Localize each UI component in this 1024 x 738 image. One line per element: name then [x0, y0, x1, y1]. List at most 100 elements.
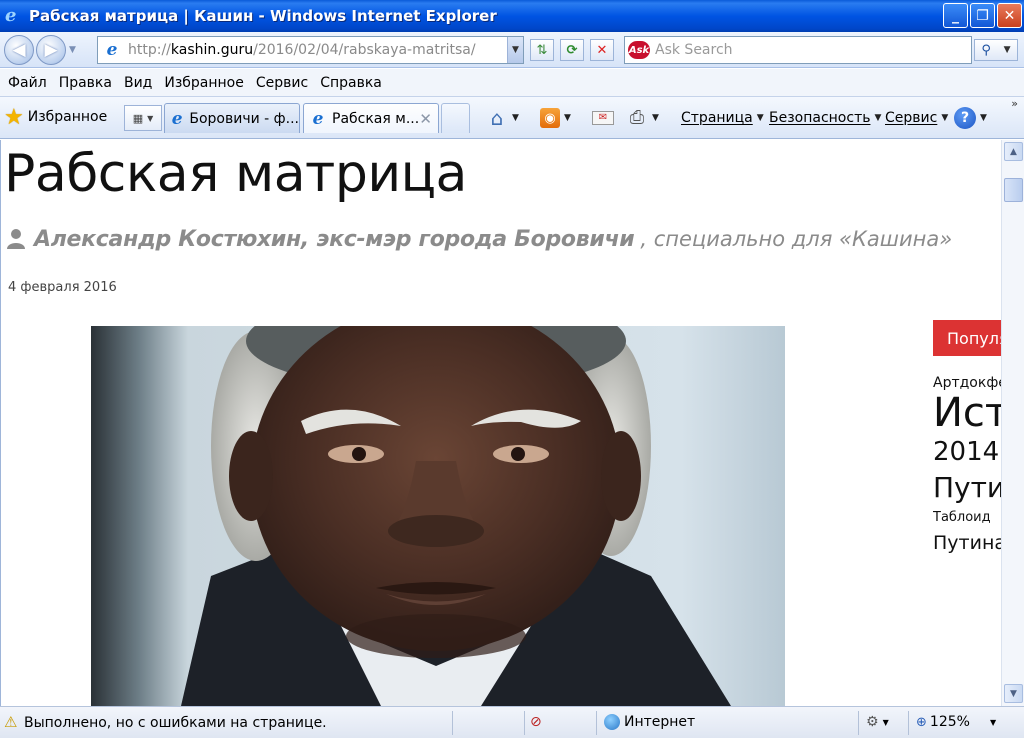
url-host: kashin.guru: [170, 42, 254, 58]
search-placeholder[interactable]: Ask Search: [655, 42, 733, 58]
menu-favorites[interactable]: Избранное: [158, 75, 250, 91]
chevron-down-icon: ▼: [1010, 688, 1017, 699]
menu-tools[interactable]: Сервис: [250, 75, 314, 91]
help-dropdown-icon[interactable]: ▼: [980, 113, 987, 123]
author-link[interactable]: Александр Костюхин, экс-мэр города Боров…: [34, 227, 635, 252]
menu-edit[interactable]: Правка: [53, 75, 118, 91]
zoom-dropdown-icon[interactable]: ▼: [990, 718, 996, 727]
tab-list-dropdown-icon: ▼: [147, 113, 154, 123]
read-mail-button[interactable]: ✉: [592, 106, 614, 130]
article-title: Рабская матрица: [4, 144, 467, 204]
tab-close-icon[interactable]: ✕: [419, 110, 432, 128]
tab-page-icon: e: [171, 108, 183, 129]
printer-icon: ⎙: [629, 107, 645, 128]
status-divider: [908, 711, 909, 735]
address-dropdown-icon[interactable]: ▼: [507, 37, 523, 63]
chevron-down-icon: ▼: [756, 113, 764, 123]
status-divider: [596, 711, 597, 735]
tag-link[interactable]: Артдокфест: [933, 376, 1001, 391]
back-arrow-icon: ◀: [12, 39, 26, 60]
zone-label: Интернет: [624, 714, 696, 730]
chevron-down-icon: ▼: [882, 717, 889, 727]
scroll-down-button[interactable]: ▼: [1004, 684, 1023, 703]
ask-logo-icon: Ask: [628, 41, 650, 59]
tag-link[interactable]: История: [933, 391, 1001, 435]
home-dropdown-icon[interactable]: ▼: [512, 113, 519, 123]
stop-icon[interactable]: ✕: [590, 39, 614, 61]
close-button[interactable]: ✕: [997, 3, 1022, 28]
search-options-icon: ▼: [1003, 45, 1011, 55]
url-text[interactable]: http://kashin.guru/2016/02/04/rabskaya-m…: [128, 42, 507, 58]
status-divider: [858, 711, 859, 735]
tag-link[interactable]: Таблоид: [933, 507, 1001, 529]
tools-menu-button[interactable]: Сервис ▼: [885, 106, 948, 130]
mail-icon: ✉: [592, 111, 614, 125]
compatibility-view-icon[interactable]: ⇅: [530, 39, 554, 61]
search-button[interactable]: ⚲ ▼: [974, 39, 1018, 61]
security-icon: ⊘: [530, 714, 542, 730]
feeds-dropdown-icon[interactable]: ▼: [564, 113, 571, 123]
tab-rabskaya[interactable]: e Рабская м... ✕: [303, 103, 439, 133]
vertical-scrollbar[interactable]: ▲ ▼: [1001, 140, 1024, 706]
zoom-icon: ⊕: [916, 714, 927, 730]
print-dropdown-icon[interactable]: ▼: [652, 113, 659, 123]
search-box[interactable]: Ask Ask Search: [624, 36, 972, 64]
page-menu-label: Страница: [681, 110, 753, 126]
status-divider: [452, 711, 453, 735]
search-icon: ⚲: [981, 42, 991, 58]
quick-tabs-button[interactable]: ▦ ▼: [124, 105, 162, 131]
globe-icon: [604, 714, 620, 730]
window-controls: _ ❐ ✕: [943, 3, 1022, 28]
help-menu-button[interactable]: ? ▼: [954, 106, 987, 130]
tab-borovichi[interactable]: e Боровичи - ф...: [164, 103, 300, 133]
forward-button[interactable]: ▶: [36, 34, 66, 65]
tag-link[interactable]: 2014 год: [933, 435, 1001, 469]
page-menu-button[interactable]: Страница ▼: [681, 106, 764, 130]
minimize-button[interactable]: _: [943, 3, 968, 28]
address-bar[interactable]: e http://kashin.guru/2016/02/04/rabskaya…: [97, 36, 524, 64]
command-bar: ★ Избранное ▦ ▼ e Боровичи - ф... e Рабс…: [0, 97, 1024, 139]
help-icon: ?: [954, 107, 976, 129]
refresh-icon[interactable]: ⟳: [560, 39, 584, 61]
popup-blocker-button[interactable]: ⚙ ▼: [866, 707, 889, 737]
feeds-button[interactable]: ◉ ▼: [540, 106, 571, 130]
status-divider: [524, 711, 525, 735]
menu-bar: Файл Правка Вид Избранное Сервис Справка: [0, 69, 1024, 97]
popular-tab-button[interactable]: Популярное: [933, 320, 1001, 356]
back-button[interactable]: ◀: [4, 34, 34, 65]
maximize-button[interactable]: ❐: [970, 3, 995, 28]
warning-icon[interactable]: ⚠: [4, 715, 20, 730]
favorites-star-icon: ★: [4, 104, 24, 130]
url-scheme: http://: [128, 42, 171, 58]
toolbar-overflow-icon[interactable]: »: [1011, 97, 1018, 110]
safety-menu-label: Безопасность: [769, 110, 871, 126]
portrait-image: [91, 326, 785, 706]
status-message[interactable]: Выполнено, но с ошибками на странице.: [24, 715, 327, 731]
tag-link[interactable]: Путин: [933, 469, 1001, 507]
zone-indicator[interactable]: Интернет: [604, 707, 695, 737]
favorites-label: Избранное: [27, 109, 108, 125]
menu-file[interactable]: Файл: [2, 75, 53, 91]
page-viewport[interactable]: Рабская матрица Александр Костюхин, экс-…: [0, 140, 1001, 706]
scroll-thumb[interactable]: [1004, 178, 1023, 202]
home-button[interactable]: ⌂ ▼: [486, 106, 519, 130]
rss-icon: ◉: [540, 108, 560, 128]
protected-mode-indicator[interactable]: ⊘: [530, 707, 542, 737]
user-icon: [7, 229, 25, 249]
article-photo: [91, 326, 785, 706]
address-toolbar: ◀ ▶ ▼ e http://kashin.guru/2016/02/04/ra…: [0, 32, 1024, 68]
scroll-up-button[interactable]: ▲: [1004, 142, 1023, 161]
print-button[interactable]: ⎙ ▼: [626, 106, 659, 130]
window-title-bar[interactable]: e Рабская матрица | Кашин - Windows Inte…: [0, 0, 1024, 32]
history-dropdown-icon[interactable]: ▼: [69, 45, 83, 55]
new-tab-button[interactable]: [441, 103, 470, 133]
tag-link[interactable]: Путина: [933, 529, 1001, 557]
tag-cloud: Артдокфест История 2014 год Путин Таблои…: [933, 376, 1001, 557]
favorites-button[interactable]: ★ Избранное: [4, 104, 108, 130]
page-icon: e: [106, 40, 118, 60]
ie-logo-icon: e: [5, 5, 17, 26]
safety-menu-button[interactable]: Безопасность ▼: [769, 106, 881, 130]
menu-help[interactable]: Справка: [314, 75, 388, 91]
zoom-button[interactable]: ⊕ 125% ▼: [916, 707, 996, 737]
menu-view[interactable]: Вид: [118, 75, 158, 91]
